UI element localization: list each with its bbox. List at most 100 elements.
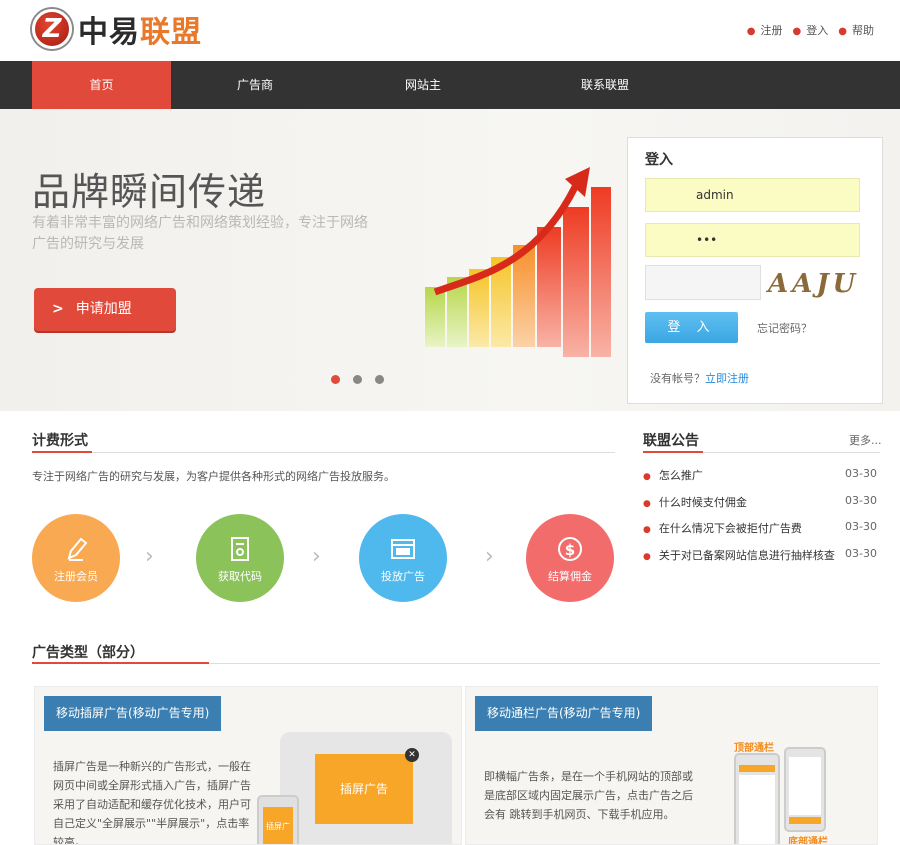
phone-interstitial-label: 插屏广告 xyxy=(263,807,293,844)
svg-text:$: $ xyxy=(565,541,575,559)
dollar-coin-icon: $ xyxy=(558,537,582,561)
notices-title: 联盟公告 xyxy=(643,433,699,449)
notice-date: 03-30 xyxy=(845,547,877,560)
billing-title: 计费形式 xyxy=(32,433,88,449)
ad-card-banner[interactable]: 移动通栏广告(移动广告专用) 即横幅广告条，是在一个手机网站的顶部或是底部区域内… xyxy=(465,686,878,845)
bullet-icon: ● xyxy=(643,499,651,509)
bullet-icon: ● xyxy=(838,26,847,37)
billing-divider xyxy=(32,452,615,453)
top-link-login[interactable]: ● 登入 xyxy=(793,22,829,38)
notice-text: 关于对已备案网站信息进行抽样核查 xyxy=(658,549,835,562)
phone-illustration: 插屏广告 xyxy=(257,795,299,844)
main-nav: 首页 广告商 网站主 联系联盟 xyxy=(0,61,900,109)
nav-item-home[interactable]: 首页 xyxy=(32,61,171,109)
banner-title: 品牌瞬间传递 xyxy=(32,170,267,214)
notice-text: 什么时候支付佣金 xyxy=(658,496,747,509)
step-settlement-label: 结算佣金 xyxy=(548,570,592,583)
slide-dot-3[interactable] xyxy=(375,375,384,384)
chevron-right-icon: › xyxy=(312,544,321,569)
step-register[interactable]: 注册会员 xyxy=(32,514,120,602)
bullet-icon: ● xyxy=(643,472,651,482)
notice-item[interactable]: ● 在什么情况下会被拒付广告费 03-30 xyxy=(643,520,879,536)
top-link-help[interactable]: ● 帮助 xyxy=(838,22,874,38)
notice-item[interactable]: ● 怎么推广 03-30 xyxy=(643,467,879,483)
top-banner-bar xyxy=(739,765,775,772)
no-account-text: 没有帐号？立即注册 xyxy=(650,370,749,386)
phone-screen xyxy=(739,775,775,844)
apply-join-label: 申请加盟 xyxy=(75,301,132,317)
tablet-illustration: 插屏广告 ✕ xyxy=(280,732,452,844)
bullet-icon: ● xyxy=(643,525,651,535)
top-links: ● 注册 ● 登入 ● 帮助 xyxy=(747,22,874,38)
login-title: 登入 xyxy=(645,152,673,168)
login-panel: 登入 admin ••• AAJU 登 入 忘记密码？ 没有帐号？立即注册 xyxy=(627,137,883,404)
site-logo[interactable]: Z 中易联盟 xyxy=(32,7,202,51)
step-get-code[interactable]: 获取代码 xyxy=(196,514,284,602)
logo-text-dark: 中易 xyxy=(78,15,140,50)
bullet-icon: ● xyxy=(792,26,802,37)
notice-text: 在什么情况下会被拒付广告费 xyxy=(658,522,802,535)
logo-text-accent: 联盟 xyxy=(140,15,202,50)
growth-bars-illustration xyxy=(425,167,611,357)
phone-top-banner-illustration xyxy=(734,753,780,844)
bottom-banner-label: 底部通栏 xyxy=(788,837,828,845)
billing-divider-accent xyxy=(32,451,92,453)
no-account-label: 没有帐号？ xyxy=(650,372,705,385)
chevron-right-icon: › xyxy=(485,544,494,569)
apply-join-button[interactable]: > 申请加盟 xyxy=(34,288,176,331)
browser-window-icon xyxy=(391,539,415,559)
notice-date: 03-30 xyxy=(845,467,877,480)
top-link-register[interactable]: ● 注册 xyxy=(747,22,783,38)
step-place-ads[interactable]: 投放广告 xyxy=(359,514,447,602)
phone-bottom-banner-illustration xyxy=(784,747,826,832)
notice-item[interactable]: ● 什么时候支付佣金 03-30 xyxy=(643,494,879,510)
code-document-icon xyxy=(231,537,249,561)
bottom-banner-bar xyxy=(789,817,821,824)
notices-more-link[interactable]: 更多... xyxy=(849,432,882,448)
top-link-login-label: 登入 xyxy=(806,24,829,37)
ad-card-description: 插屏广告是一种新兴的广告形式，一般在网页中间或全屏形式插入广告，插屏广告采用了自… xyxy=(53,760,251,845)
notice-item[interactable]: ● 关于对已备案网站信息进行抽样核查 03-30 xyxy=(643,547,879,563)
captcha-input[interactable] xyxy=(645,265,761,300)
close-icon: ✕ xyxy=(405,748,419,762)
forgot-password-link[interactable]: 忘记密码？ xyxy=(757,320,812,336)
slide-dot-1[interactable] xyxy=(331,375,340,384)
notice-date: 03-30 xyxy=(845,494,877,507)
ad-card-tag: 移动通栏广告(移动广告专用) xyxy=(475,696,653,731)
username-input[interactable]: admin xyxy=(645,178,860,212)
phone-screen xyxy=(789,757,821,815)
slide-indicator xyxy=(331,375,384,384)
logo-mark-icon: Z xyxy=(32,9,72,49)
top-link-register-label: 注册 xyxy=(760,24,783,37)
nav-item-contact[interactable]: 联系联盟 xyxy=(550,61,660,109)
chevron-right-icon: > xyxy=(52,301,64,317)
captcha-image[interactable]: AAJU xyxy=(768,265,870,305)
ad-card-description: 即横幅广告条，是在一个手机网站的顶部或是底部区域内固定展示广告，点击广告之后会有… xyxy=(484,770,693,821)
bullet-icon: ● xyxy=(643,552,651,562)
top-link-help-label: 帮助 xyxy=(852,24,874,37)
billing-description: 专注于网络广告的研究与发展，为客户提供各种形式的网络广告投放服务。 xyxy=(32,470,395,483)
pencil-icon xyxy=(67,537,88,561)
register-now-link[interactable]: 立即注册 xyxy=(705,372,749,385)
step-settlement[interactable]: $ 结算佣金 xyxy=(526,514,614,602)
logo-text: 中易联盟 xyxy=(78,7,202,51)
step-place-ads-label: 投放广告 xyxy=(381,570,425,583)
password-input[interactable]: ••• xyxy=(645,223,860,257)
notices-divider-accent xyxy=(643,451,703,453)
step-get-code-label: 获取代码 xyxy=(218,570,262,583)
notice-text: 怎么推广 xyxy=(658,469,703,482)
site-header: Z 中易联盟 ● 注册 ● 登入 ● 帮助 xyxy=(0,0,900,61)
slide-dot-2[interactable] xyxy=(353,375,362,384)
nav-item-advertiser[interactable]: 广告商 xyxy=(200,61,310,109)
banner-subtitle: 有着非常丰富的网络广告和网络策划经验，专注于网络广告的研究与发展 xyxy=(32,215,368,252)
ad-card-tag: 移动插屏广告(移动广告专用) xyxy=(44,696,222,731)
nav-item-webmaster[interactable]: 网站主 xyxy=(368,61,478,109)
ad-types-divider-accent xyxy=(32,662,209,664)
login-button[interactable]: 登 入 xyxy=(645,312,738,343)
ad-types-title: 广告类型（部分） xyxy=(32,645,144,661)
step-register-label: 注册会员 xyxy=(54,570,98,583)
interstitial-ad-illustration-label: 插屏广告 xyxy=(315,754,413,824)
notice-date: 03-30 xyxy=(845,520,877,533)
ad-card-interstitial[interactable]: 移动插屏广告(移动广告专用) 插屏广告是一种新兴的广告形式，一般在网页中间或全屏… xyxy=(34,686,462,845)
bullet-icon: ● xyxy=(746,26,756,37)
